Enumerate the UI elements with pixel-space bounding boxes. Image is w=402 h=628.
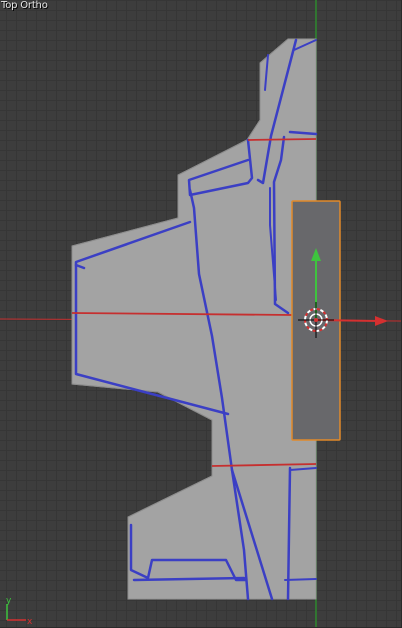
mesh-body[interactable]: [71, 38, 317, 600]
3d-viewport[interactable]: y x Top Ortho: [0, 0, 402, 628]
axis-y-label: y: [6, 596, 12, 606]
axis-x-label: x: [27, 617, 33, 627]
viewport-scene[interactable]: y x: [0, 0, 401, 627]
axis-orientation-widget: y x: [6, 596, 33, 627]
view-name-label: Top Ortho: [1, 0, 48, 11]
